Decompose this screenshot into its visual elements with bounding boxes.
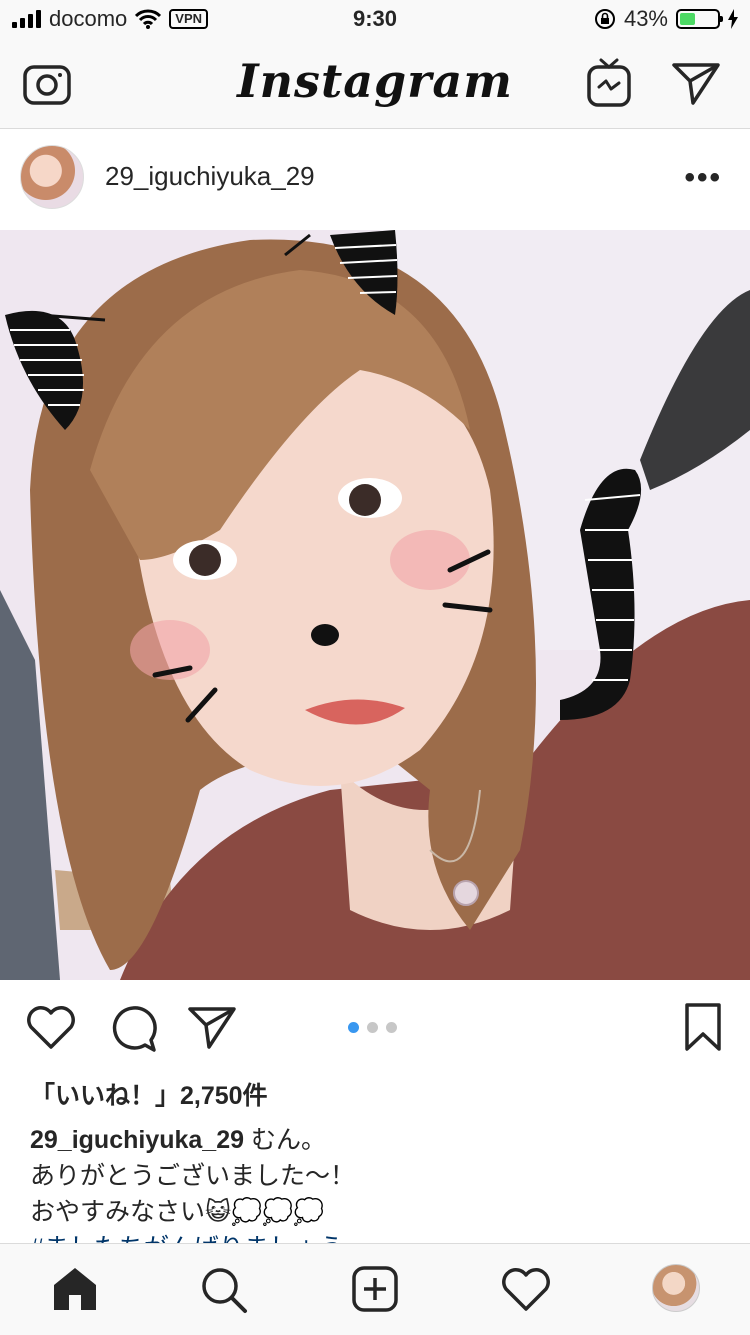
status-bar: docomo VPN 9:30 43%: [0, 0, 750, 40]
carousel-dot: [386, 1022, 397, 1033]
igtv-icon[interactable]: [584, 56, 634, 110]
caption-line-1: むん。: [250, 1126, 326, 1154]
bottom-tab-bar: [0, 1243, 750, 1335]
activity-icon[interactable]: [500, 1264, 552, 1314]
home-icon[interactable]: [50, 1264, 100, 1314]
post-actions: [0, 980, 750, 1076]
carousel-indicator: [348, 1022, 397, 1033]
like-icon[interactable]: [24, 1002, 78, 1052]
save-bookmark-icon[interactable]: [680, 1000, 726, 1054]
new-post-icon[interactable]: [350, 1264, 400, 1314]
caption-line-3: おやすみなさい😺💭💭💭: [30, 1198, 325, 1226]
top-navigation-bar: Instagram: [0, 40, 750, 129]
direct-message-icon[interactable]: [670, 58, 722, 108]
post-photo[interactable]: [0, 230, 750, 980]
charging-icon: [728, 9, 738, 29]
comment-icon[interactable]: [106, 1002, 160, 1056]
caption-username[interactable]: 29_iguchiyuka_29: [30, 1126, 244, 1154]
instagram-logo: Instagram: [237, 54, 513, 108]
post-author-avatar[interactable]: [20, 145, 84, 209]
battery-percentage: 43%: [623, 6, 668, 31]
like-count[interactable]: 「いいね！」2,750件: [30, 1076, 268, 1112]
orientation-lock-icon: [594, 9, 615, 29]
post-header: 29_iguchiyuka_29 •••: [0, 129, 750, 229]
post-username[interactable]: 29_iguchiyuka_29: [105, 161, 315, 192]
profile-avatar[interactable]: [652, 1264, 700, 1312]
search-icon[interactable]: [198, 1264, 250, 1316]
more-options-icon[interactable]: •••: [684, 161, 722, 195]
caption-line-2: ありがとうございました〜！: [30, 1162, 356, 1190]
carousel-dot: [348, 1022, 359, 1033]
share-icon[interactable]: [186, 1002, 238, 1052]
battery-icon: [676, 9, 723, 29]
carousel-dot: [367, 1022, 378, 1033]
